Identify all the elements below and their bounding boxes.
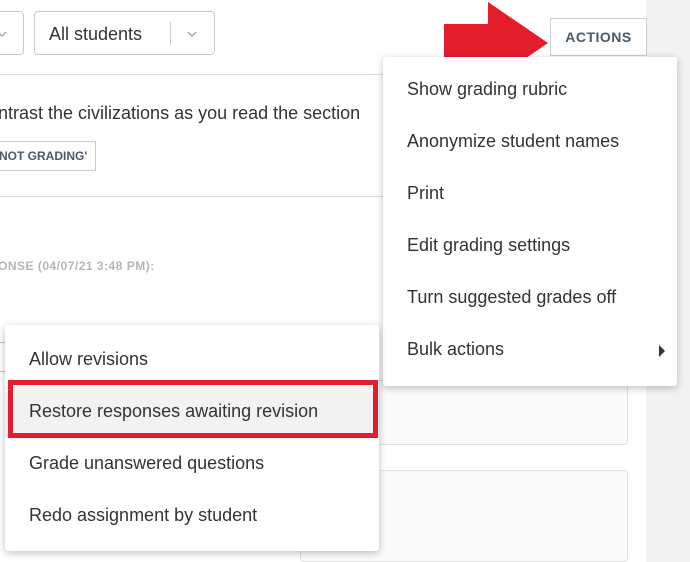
menu-item-label: Allow revisions xyxy=(29,349,149,369)
not-grading-tag: NOT GRADING' xyxy=(0,141,97,171)
filter-select-left[interactable] xyxy=(0,11,24,55)
menu-item-turn-suggested-grades-off[interactable]: Turn suggested grades off xyxy=(383,272,677,324)
menu-item-label: Print xyxy=(407,183,445,203)
select-separator xyxy=(170,22,171,44)
actions-button[interactable]: ACTIONS xyxy=(550,18,647,56)
student-filter-select[interactable]: All students xyxy=(34,11,215,55)
menu-item-bulk-actions[interactable]: Bulk actions xyxy=(383,324,677,376)
submenu-item-restore-responses[interactable]: Restore responses awaiting revision xyxy=(5,386,379,438)
menu-item-label: Redo assignment by student xyxy=(29,505,258,525)
menu-item-label: Turn suggested grades off xyxy=(407,287,617,307)
submenu-item-redo-assignment[interactable]: Redo assignment by student xyxy=(5,490,379,542)
menu-item-label: Edit grading settings xyxy=(407,235,571,255)
assignment-prompt: ntrast the civilizations as you read the… xyxy=(0,103,361,123)
chevron-down-icon xyxy=(0,31,7,38)
actions-menu: Show grading rubric Anonymize student na… xyxy=(383,57,677,386)
chevron-down-icon xyxy=(187,31,197,38)
submenu-item-allow-revisions[interactable]: Allow revisions xyxy=(5,334,379,386)
bulk-actions-submenu: Allow revisions Restore responses awaiti… xyxy=(5,325,379,551)
menu-item-label: Show grading rubric xyxy=(407,79,568,99)
menu-item-label: Bulk actions xyxy=(407,339,505,359)
menu-item-edit-grading-settings[interactable]: Edit grading settings xyxy=(383,220,677,272)
response-timestamp-label: ONSE (04/07/21 3:48 PM): xyxy=(0,259,155,273)
menu-item-print[interactable]: Print xyxy=(383,168,677,220)
menu-item-label: Restore responses awaiting revision xyxy=(29,401,319,421)
submenu-item-grade-unanswered[interactable]: Grade unanswered questions xyxy=(5,438,379,490)
menu-item-label: Grade unanswered questions xyxy=(29,453,265,473)
submenu-caret-icon xyxy=(659,345,665,357)
menu-item-anonymize-student-names[interactable]: Anonymize student names xyxy=(383,116,677,168)
menu-item-show-grading-rubric[interactable]: Show grading rubric xyxy=(383,64,677,116)
menu-item-label: Anonymize student names xyxy=(407,131,620,151)
student-filter-value: All students xyxy=(49,24,143,44)
